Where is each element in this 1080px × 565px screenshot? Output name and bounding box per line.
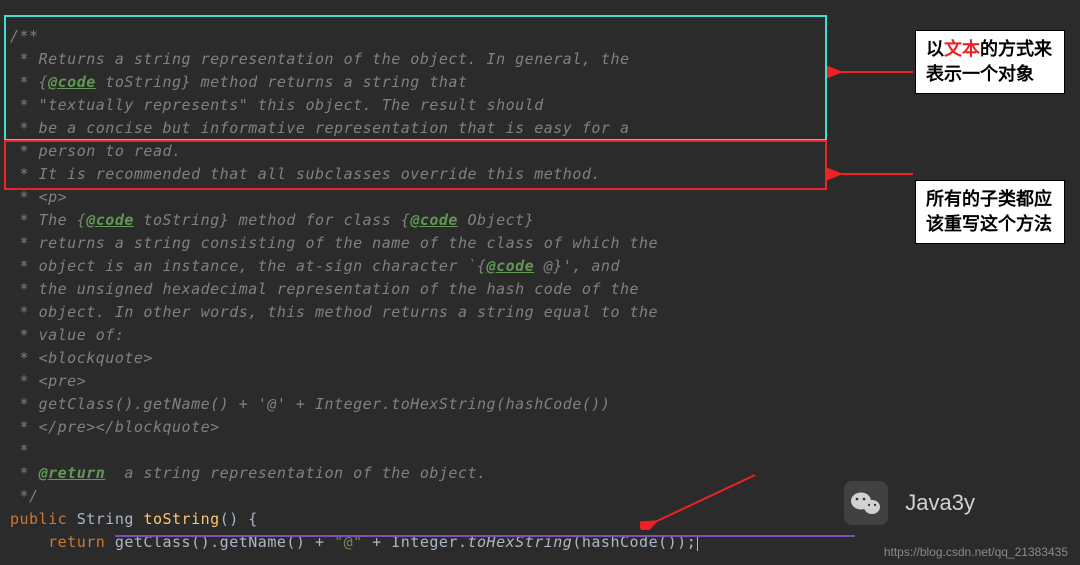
comment-line: * value of: bbox=[10, 326, 124, 344]
comment-line: * Returns a string representation of the… bbox=[10, 50, 630, 68]
comment-line: * returns a string consisting of the nam… bbox=[10, 234, 658, 252]
comment-line: * getClass().getName() + '@' + Integer.t… bbox=[10, 395, 610, 413]
method-signature: public String toString() { bbox=[10, 510, 258, 528]
comment-line: * object. In other words, this method re… bbox=[10, 303, 658, 321]
comment-line: * @return a string representation of the… bbox=[10, 464, 487, 482]
comment-line: * object is an instance, the at-sign cha… bbox=[10, 257, 620, 275]
comment-line: * person to read. bbox=[10, 142, 182, 160]
code-underline bbox=[115, 535, 855, 537]
comment-line: * The {@code toString} method for class … bbox=[10, 211, 534, 229]
url-watermark: https://blog.csdn.net/qq_21383435 bbox=[884, 545, 1068, 559]
javadoc-tag: @return bbox=[39, 464, 106, 482]
comment-line: * <p> bbox=[10, 188, 67, 206]
comment-line: * "textually represents" this object. Th… bbox=[10, 96, 544, 114]
comment-line: * <pre> bbox=[10, 372, 86, 390]
highlighted-term: 文本 bbox=[944, 39, 980, 59]
javadoc-tag: @code bbox=[410, 211, 458, 229]
wechat-icon bbox=[844, 481, 888, 525]
comment-line: * </pre></blockquote> bbox=[10, 418, 220, 436]
comment-line: /** bbox=[10, 27, 39, 45]
brand-name: Java3y bbox=[905, 490, 975, 515]
brand-watermark: Java3y bbox=[844, 481, 975, 525]
comment-line: * It is recommended that all subclasses … bbox=[10, 165, 601, 183]
comment-line: * {@code toString} method returns a stri… bbox=[10, 73, 467, 91]
comment-line: * the unsigned hexadecimal representatio… bbox=[10, 280, 639, 298]
comment-line: * <blockquote> bbox=[10, 349, 153, 367]
javadoc-tag: @code bbox=[86, 211, 134, 229]
comment-line: * bbox=[10, 441, 29, 459]
comment-line: */ bbox=[10, 487, 39, 505]
javadoc-tag: @code bbox=[487, 257, 535, 275]
comment-line: * be a concise but informative represent… bbox=[10, 119, 630, 137]
javadoc-tag: @code bbox=[48, 73, 96, 91]
annotation-text-representation: 以文本的方式来表示一个对象 bbox=[915, 30, 1065, 94]
annotation-override-method: 所有的子类都应该重写这个方法 bbox=[915, 180, 1065, 244]
